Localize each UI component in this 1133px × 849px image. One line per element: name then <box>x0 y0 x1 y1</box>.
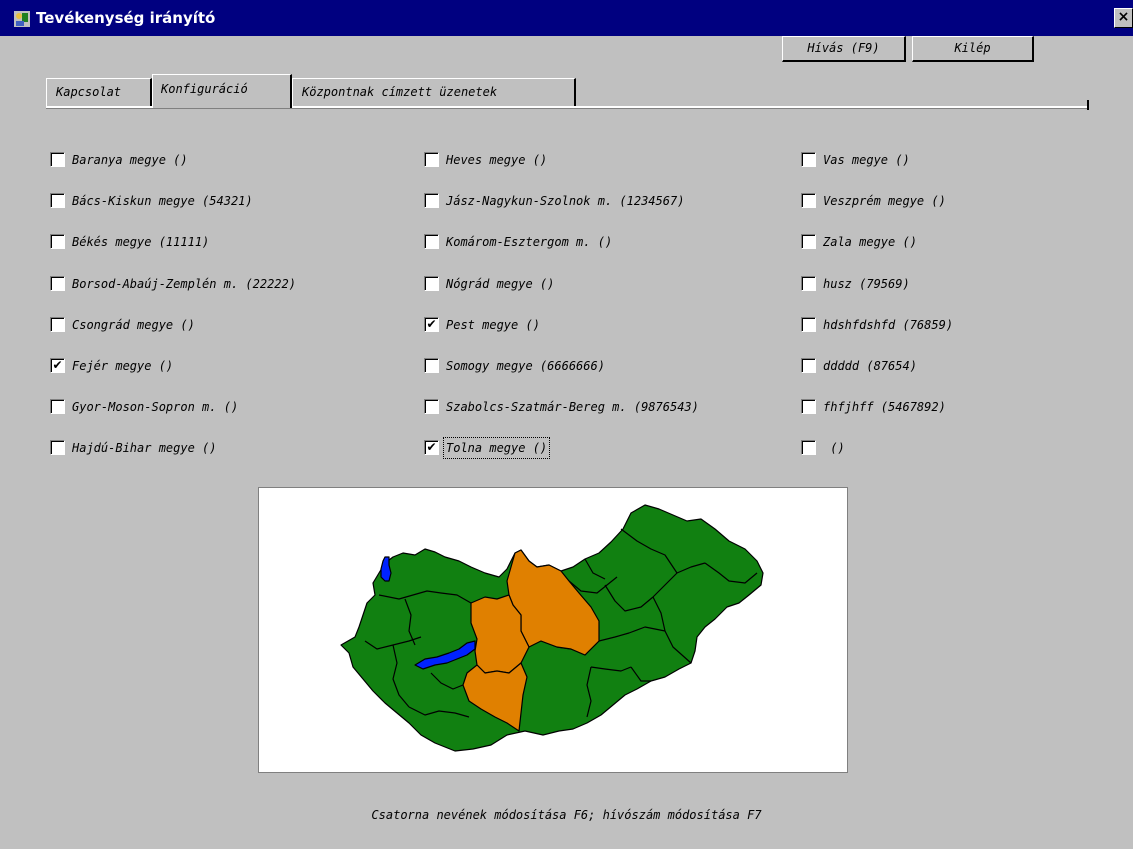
checkbox-empty-icon[interactable] <box>801 399 816 414</box>
county-checkbox[interactable]: Veszprém megye () <box>801 191 1101 213</box>
county-checkbox[interactable]: Komárom-Esztergom m. () <box>424 232 794 254</box>
checkbox-empty-icon[interactable] <box>50 193 65 208</box>
county-checkbox[interactable]: ✔ Pest megye () <box>424 315 794 337</box>
county-checkbox[interactable]: Somogy megye (6666666) <box>424 356 794 378</box>
county-checkbox-label: Jász-Nagykun-Szolnok m. (1234567) <box>446 194 685 208</box>
county-checkbox[interactable]: ✔ Fejér megye () <box>50 356 420 378</box>
county-checkbox-label: ddddd (87654) <box>823 359 917 373</box>
app-icon <box>12 9 32 29</box>
county-checkbox[interactable]: Bács-Kiskun megye (54321) <box>50 191 420 213</box>
checkbox-empty-icon[interactable] <box>50 399 65 414</box>
checkbox-empty-icon[interactable] <box>50 317 65 332</box>
county-checkbox[interactable]: ✔ Tolna megye () <box>424 437 794 460</box>
checkbox-empty-icon[interactable] <box>801 440 816 455</box>
checkbox-empty-icon[interactable] <box>50 276 65 291</box>
checkbox-checked-icon[interactable]: ✔ <box>50 358 65 373</box>
county-checkbox-label: Pest megye () <box>446 318 540 332</box>
county-checkbox[interactable]: Csongrád megye () <box>50 315 420 337</box>
window-title: Tevékenység irányító <box>36 9 216 27</box>
county-checkbox-label: Baranya megye () <box>72 153 188 167</box>
checkbox-empty-icon[interactable] <box>424 234 439 249</box>
county-checkbox[interactable]: husz (79569) <box>801 274 1101 296</box>
checkbox-checked-icon[interactable]: ✔ <box>424 317 439 332</box>
county-checkbox[interactable]: Hajdú-Bihar megye () <box>50 438 420 460</box>
county-checkbox-label: Csongrád megye () <box>72 318 195 332</box>
county-checkbox-label: Somogy megye (6666666) <box>446 359 605 373</box>
checkbox-empty-icon[interactable] <box>801 193 816 208</box>
checkbox-empty-icon[interactable] <box>424 399 439 414</box>
county-checkbox-label: hdshfdshfd (76859) <box>823 318 954 332</box>
county-checkbox-label: Zala megye () <box>823 235 917 249</box>
county-checkbox[interactable]: hdshfdshfd (76859) <box>801 315 1101 337</box>
county-checkbox[interactable]: Baranya megye () <box>50 150 420 172</box>
checkbox-empty-icon[interactable] <box>424 193 439 208</box>
county-checkbox-label: Komárom-Esztergom m. () <box>446 235 613 249</box>
county-checkbox-label: husz (79569) <box>823 277 910 291</box>
county-checkbox[interactable]: ddddd (87654) <box>801 356 1101 378</box>
county-checkbox-label: Gyor-Moson-Sopron m. () <box>72 400 239 414</box>
county-checkbox-label: () <box>823 441 845 455</box>
county-checkbox-label: Békés megye (11111) <box>72 235 210 249</box>
close-button[interactable]: × <box>1114 8 1133 28</box>
tab-panel-corner <box>1087 100 1089 110</box>
checkbox-empty-icon[interactable] <box>50 152 65 167</box>
map-county-outlines <box>340 504 764 752</box>
county-map[interactable] <box>258 487 848 773</box>
county-checkbox[interactable]: Zala megye () <box>801 232 1101 254</box>
county-checkbox-label: Bács-Kiskun megye (54321) <box>72 194 253 208</box>
checkbox-empty-icon[interactable] <box>801 234 816 249</box>
checkbox-empty-icon[interactable] <box>424 152 439 167</box>
county-checkbox-label: Fejér megye () <box>72 359 174 373</box>
county-checkbox-label: Heves megye () <box>446 153 548 167</box>
tab-connection[interactable]: Kapcsolat <box>46 78 152 106</box>
county-checkbox[interactable]: fhfjhff (5467892) <box>801 397 1101 419</box>
county-checkbox[interactable]: () <box>801 438 1101 460</box>
exit-button[interactable]: Kilép <box>912 36 1034 62</box>
county-checkbox-label: Nógrád megye () <box>446 277 555 291</box>
county-checkbox-label: Szabolcs-Szatmár-Bereg m. (9876543) <box>446 400 699 414</box>
status-hint: Csatorna nevének módosítása F6; hívószám… <box>371 808 762 822</box>
checkbox-empty-icon[interactable] <box>801 152 816 167</box>
county-checkbox-label: Hajdú-Bihar megye () <box>72 441 217 455</box>
county-checkbox-label: Borsod-Abaúj-Zemplén m. (22222) <box>72 277 296 291</box>
county-checkbox-label: Tolna megye () <box>442 437 551 459</box>
checkbox-empty-icon[interactable] <box>424 276 439 291</box>
county-checkbox[interactable]: Vas megye () <box>801 150 1101 172</box>
checkbox-empty-icon[interactable] <box>50 234 65 249</box>
county-checkbox[interactable]: Békés megye (11111) <box>50 232 420 254</box>
county-checkbox-label: Veszprém megye () <box>823 194 946 208</box>
county-checkbox-label: fhfjhff (5467892) <box>823 400 946 414</box>
checkbox-empty-icon[interactable] <box>801 276 816 291</box>
county-checkbox[interactable]: Nógrád megye () <box>424 274 794 296</box>
map-lake-ferto <box>380 556 392 582</box>
checkbox-empty-icon[interactable] <box>50 440 65 455</box>
county-checkbox[interactable]: Szabolcs-Szatmár-Bereg m. (9876543) <box>424 397 794 419</box>
county-checkbox[interactable]: Borsod-Abaúj-Zemplén m. (22222) <box>50 274 420 296</box>
tab-messages[interactable]: Központnak címzett üzenetek <box>292 78 576 106</box>
checkbox-checked-icon[interactable]: ✔ <box>424 440 439 455</box>
county-checkbox[interactable]: Heves megye () <box>424 150 794 172</box>
county-checkbox[interactable]: Gyor-Moson-Sopron m. () <box>50 397 420 419</box>
county-checkbox-label: Vas megye () <box>823 153 910 167</box>
tab-configuration[interactable]: Konfiguráció <box>152 74 292 108</box>
county-checkbox[interactable]: Jász-Nagykun-Szolnok m. (1234567) <box>424 191 794 213</box>
checkbox-empty-icon[interactable] <box>801 358 816 373</box>
call-button[interactable]: Hívás (F9) <box>782 36 906 62</box>
checkbox-empty-icon[interactable] <box>424 358 439 373</box>
checkbox-empty-icon[interactable] <box>801 317 816 332</box>
close-icon: × <box>1117 9 1130 25</box>
